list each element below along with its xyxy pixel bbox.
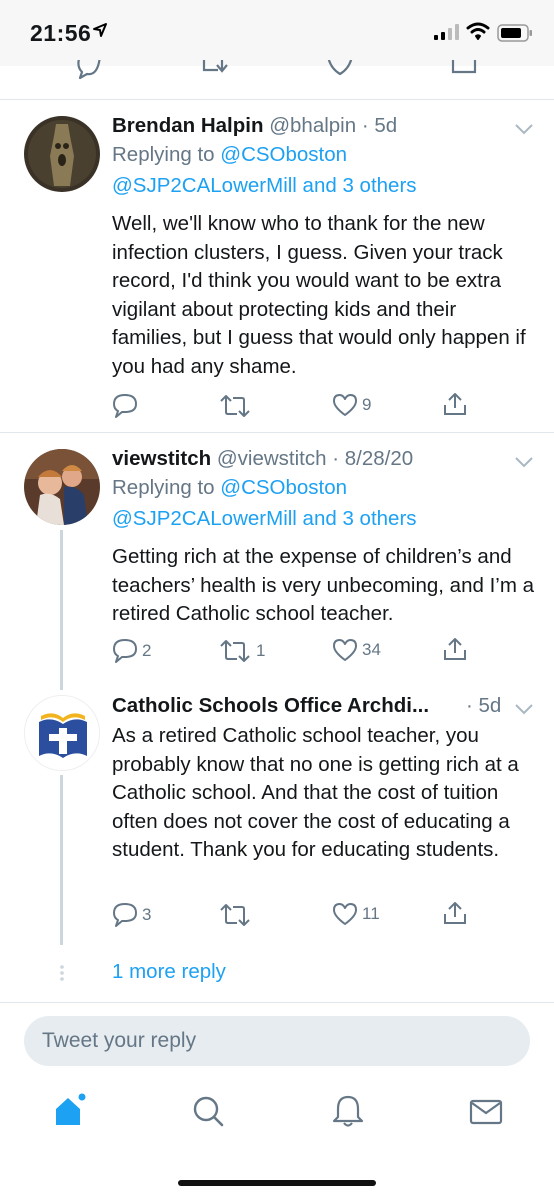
like-count: 11 [362, 904, 380, 923]
share-button[interactable] [442, 636, 468, 662]
separator: · [466, 694, 479, 717]
share-button[interactable] [442, 900, 468, 926]
chevron-down-icon[interactable] [514, 455, 534, 469]
mention-link[interactable]: @CSOboston [220, 143, 347, 166]
reply-count: 3 [142, 905, 152, 924]
more-replies-link[interactable]: 1 more reply [112, 960, 226, 984]
replying-to-label: Replying to [112, 143, 221, 166]
signal-icon [434, 24, 459, 40]
reply-icon[interactable] [74, 60, 102, 80]
retweet-count: 1 [256, 641, 266, 660]
replying-to: Replying to @CSOboston [112, 476, 347, 500]
thread-line [60, 775, 63, 945]
battery-icon [497, 24, 532, 42]
tweet-time: · 5d [466, 694, 501, 718]
reply-icon [113, 639, 137, 663]
avatar-catholic-schools-office[interactable] [24, 695, 100, 771]
separator: · [356, 114, 375, 137]
replying-to: Replying to @CSOboston [112, 143, 347, 167]
like-count: 9 [362, 395, 372, 414]
more-dots-icon [60, 965, 64, 981]
retweet-button[interactable] [218, 393, 256, 419]
status-time: 21:56 [30, 20, 92, 46]
search-icon[interactable] [190, 1093, 226, 1129]
reply-count: 2 [142, 641, 152, 660]
heart-icon [333, 639, 357, 661]
chevron-down-icon[interactable] [514, 702, 534, 716]
timestamp: 5d [374, 114, 398, 137]
retweet-button[interactable] [218, 902, 256, 928]
tweet-text: Well, we'll know who to thank for the ne… [112, 212, 526, 378]
mention-link[interactable]: @CSOboston [220, 476, 347, 499]
reply-button[interactable]: 2 [112, 638, 151, 664]
thread-line [60, 530, 63, 690]
retweet-icon [220, 395, 250, 417]
timestamp: 5d [478, 694, 502, 717]
tweet-text: As a retired Catholic school teacher, yo… [112, 724, 519, 861]
share-button[interactable] [442, 391, 468, 417]
timestamp: 8/28/20 [344, 447, 414, 470]
notifications-icon[interactable] [330, 1093, 366, 1129]
heart-icon [333, 903, 357, 925]
share-icon [444, 638, 466, 660]
like-button[interactable]: 34 [332, 638, 381, 662]
mention-others-link[interactable]: @SJP2CALowerMill and 3 others [112, 507, 417, 531]
avatar-brendan-halpin[interactable] [24, 116, 100, 192]
handle[interactable]: @bhalpin [269, 114, 356, 137]
reply-icon [113, 903, 137, 927]
retweet-icon [220, 640, 250, 662]
replying-to-label: Replying to [112, 476, 221, 499]
heart-icon [333, 394, 357, 416]
like-count: 34 [362, 640, 381, 659]
share-icon [444, 393, 466, 415]
chevron-down-icon[interactable] [514, 122, 534, 136]
retweet-icon[interactable] [198, 60, 232, 80]
display-name[interactable]: Brendan Halpin [112, 114, 264, 137]
reply-input[interactable]: Tweet your reply [24, 1016, 530, 1066]
retweet-button[interactable]: 1 [218, 638, 265, 664]
divider [0, 99, 554, 100]
display-name[interactable]: viewstitch [112, 447, 211, 470]
share-icon [444, 902, 466, 924]
reply-icon [113, 394, 137, 418]
location-arrow-icon [93, 23, 107, 37]
tweet-header: Catholic Schools Office Archdi... [112, 694, 429, 718]
previous-tweet-actions [0, 60, 554, 100]
handle[interactable]: @viewstitch [217, 447, 327, 470]
mention-others-link[interactable]: @SJP2CALowerMill and 3 others [112, 174, 417, 198]
avatar-viewstitch[interactable] [24, 449, 100, 525]
like-button[interactable]: 11 [332, 902, 380, 926]
status-bar: 21:56 [0, 0, 554, 66]
wifi-icon [466, 22, 490, 40]
messages-icon[interactable] [468, 1093, 504, 1129]
retweet-icon [220, 904, 250, 926]
home-icon[interactable] [52, 1093, 88, 1129]
tweet-header: viewstitch @viewstitch · 8/28/20 [112, 447, 413, 471]
display-name[interactable]: Catholic Schools Office Archdi... [112, 694, 429, 717]
divider [0, 432, 554, 433]
home-indicator[interactable] [178, 1180, 376, 1186]
divider [0, 1002, 554, 1003]
like-button[interactable]: 9 [332, 393, 371, 417]
tweet-text: Getting rich at the expense of children’… [112, 545, 534, 625]
share-icon[interactable] [450, 60, 478, 80]
separator: · [326, 447, 345, 470]
reply-button[interactable] [112, 393, 142, 419]
tweet-header: Brendan Halpin @bhalpin · 5d [112, 114, 397, 138]
reply-button[interactable]: 3 [112, 902, 151, 928]
like-icon[interactable] [326, 60, 354, 80]
